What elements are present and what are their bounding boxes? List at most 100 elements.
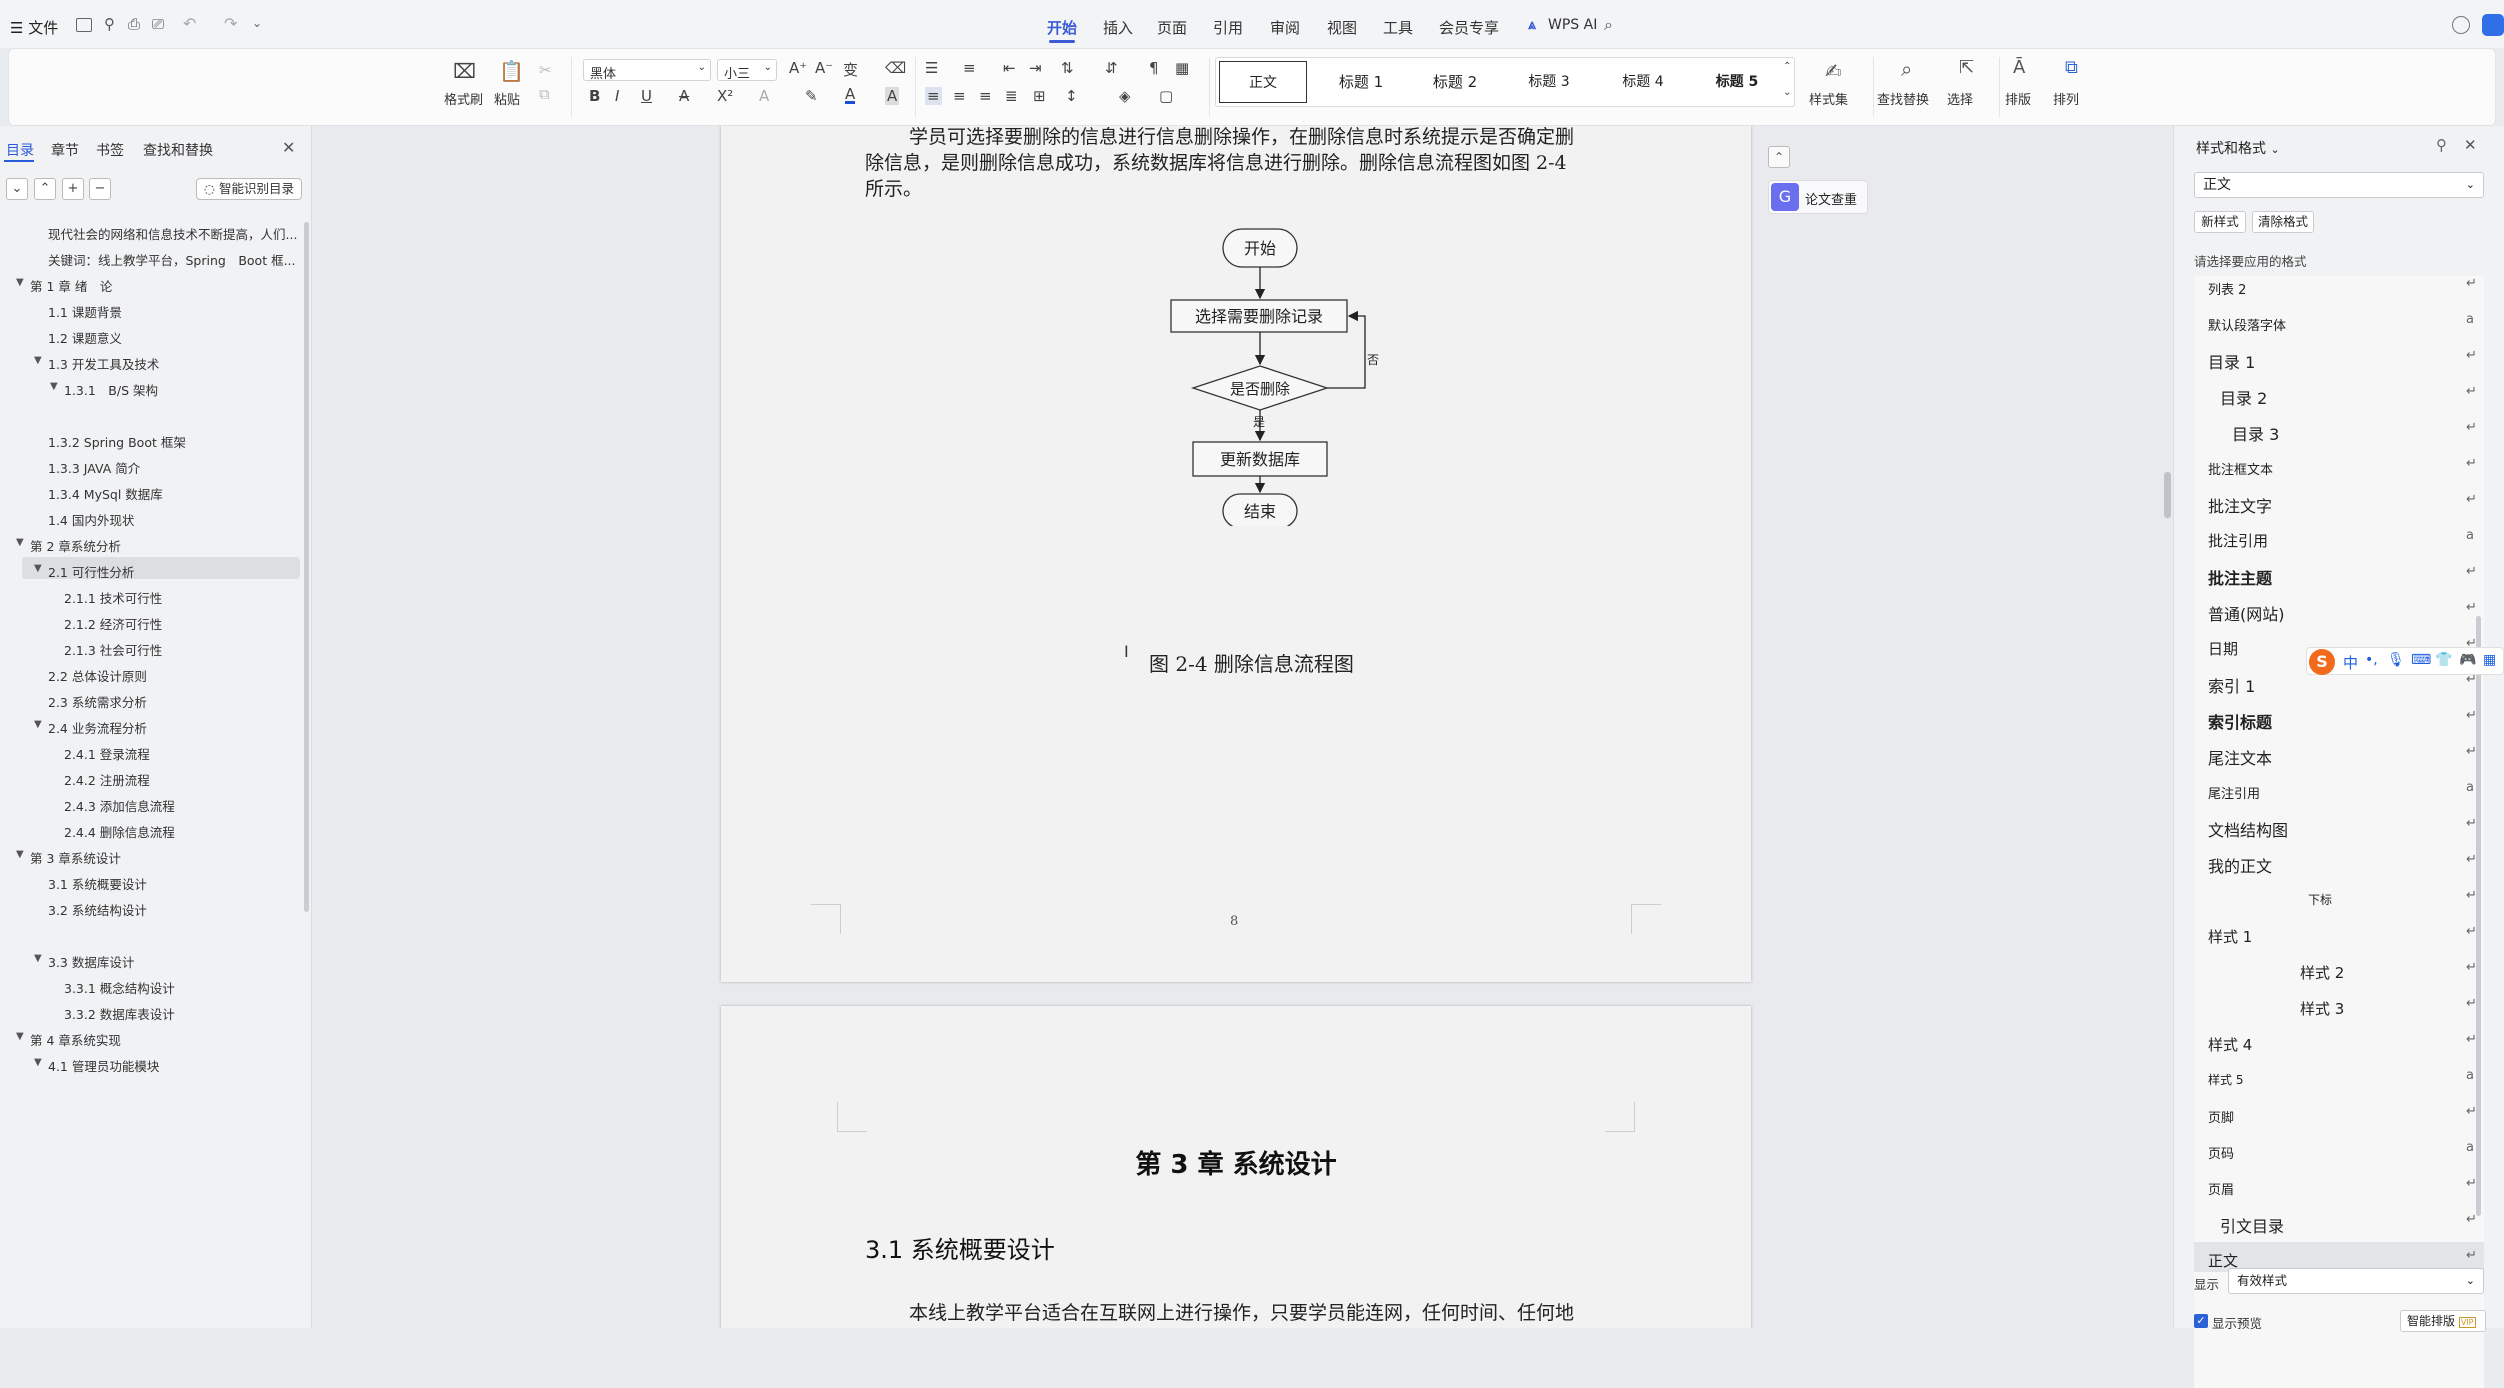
redo-icon[interactable]: ↷	[224, 14, 237, 33]
file-menu[interactable]: ☰ 文件	[10, 17, 58, 38]
toc-item[interactable]: 1.3 开发工具及技术	[48, 354, 159, 373]
toc-item[interactable]: 3.2 系统结构设计	[48, 900, 147, 919]
share-icon[interactable]	[2482, 14, 2504, 36]
toc-expand-caret-icon[interactable]: ▼	[34, 355, 42, 366]
paper-check-button[interactable]: G 论文查重	[1768, 180, 1868, 214]
style-list-item[interactable]: 页眉 ↵	[2194, 1170, 2484, 1200]
gallery-expand-icon[interactable]: ⌄	[1783, 87, 1791, 98]
clear-format-icon[interactable]: ⌫	[885, 59, 906, 77]
style-heading-3[interactable]: 标题 3	[1507, 61, 1591, 103]
table-grid-icon[interactable]: ▦	[1175, 59, 1189, 77]
toc-item[interactable]: 3.3.1 概念结构设计	[64, 978, 175, 997]
toc-item[interactable]: 1.3.4 MySql 数据库	[48, 484, 163, 503]
text-effect-icon[interactable]: A	[759, 87, 769, 105]
line-spacing-icon[interactable]: ↕	[1065, 87, 1078, 105]
style-list-item[interactable]: 尾注文本 ↵	[2194, 738, 2484, 768]
toc-item[interactable]: 1.4 国内外现状	[48, 510, 134, 529]
toc-item[interactable]: 4.1 管理员功能模块	[48, 1056, 159, 1075]
game-icon[interactable]: 🎮	[2459, 652, 2476, 668]
toc-item[interactable]: 1.3.2 Spring Boot 框架	[48, 432, 186, 451]
tab-chapter[interactable]: 章节	[51, 140, 79, 160]
styles-pane-title[interactable]: 样式和格式 ⌄	[2196, 138, 2280, 158]
tab-review[interactable]: 审阅	[1270, 17, 1300, 38]
toc-item[interactable]: 关键词：线上教学平台，Spring Boot 框...	[48, 250, 296, 269]
style-list-scrollbar[interactable]	[2476, 616, 2481, 1216]
sort-icon[interactable]: ⇵	[1105, 59, 1118, 77]
char-shading-icon[interactable]: A	[885, 87, 900, 105]
toc-scrollbar[interactable]	[304, 222, 309, 912]
quick-access-more-icon[interactable]: ⌄	[252, 16, 262, 30]
style-heading-5[interactable]: 标题 5	[1695, 61, 1779, 103]
toolbox-icon[interactable]: ▦	[2483, 652, 2496, 668]
expand-chevron-icon[interactable]: ⌃	[34, 178, 56, 200]
toc-item[interactable]: 1.3.1 B/S 架构	[64, 380, 158, 399]
tab-bookmark[interactable]: 书签	[96, 140, 124, 160]
select-label[interactable]: 选择	[1947, 89, 1973, 108]
superscript-icon[interactable]: X²	[717, 87, 733, 105]
style-list-item[interactable]: 批注框文本 ↵	[2194, 450, 2484, 480]
bullet-list-icon[interactable]: ☰	[925, 59, 938, 77]
toc-item[interactable]: 第 4 章系统实现	[30, 1030, 121, 1049]
increase-indent-icon[interactable]: ⇥	[1029, 59, 1042, 77]
style-list-item[interactable]: 样式 2 ↵	[2194, 954, 2484, 984]
toc-item[interactable]: 2.4.4 删除信息流程	[64, 822, 175, 841]
cut-icon[interactable]: ✂	[539, 61, 552, 79]
copy-icon[interactable]: ⧉	[539, 85, 550, 103]
toc-item[interactable]: 2.4 业务流程分析	[48, 718, 147, 737]
collapse-toolbar-icon[interactable]: ⌃	[1768, 146, 1790, 168]
remove-level-icon[interactable]: −	[89, 178, 111, 200]
toc-item[interactable]: 2.2 总体设计原则	[48, 666, 147, 685]
tab-wps-ai[interactable]: WPS AI	[1548, 17, 1597, 33]
toc-item[interactable]: 3.3.2 数据库表设计	[64, 1004, 175, 1023]
clear-format-button[interactable]: 清除格式	[2252, 211, 2314, 233]
toc-expand-caret-icon[interactable]: ▼	[16, 537, 24, 548]
search-icon[interactable]: ⌕	[1604, 15, 1613, 35]
underline-icon[interactable]: U	[641, 87, 652, 105]
format-painter-label[interactable]: 格式刷	[444, 89, 483, 108]
print-preview-icon[interactable]: ⎚	[152, 15, 164, 33]
layout-icon[interactable]: Ā	[2013, 57, 2025, 78]
toc-item[interactable]: 第 1 章 绪 论	[30, 276, 112, 295]
decrease-indent-icon[interactable]: ⇤	[1003, 59, 1016, 77]
justify-icon[interactable]: ≣	[1005, 87, 1018, 105]
pin-icon[interactable]: ⚲	[2436, 136, 2447, 154]
shading-icon[interactable]: ◈	[1119, 87, 1131, 105]
toc-item[interactable]: 1.3.3 JAVA 简介	[48, 458, 140, 477]
output-icon[interactable]: ⚲	[104, 15, 115, 33]
microphone-icon[interactable]: 🎙	[2387, 652, 2405, 668]
style-list-item[interactable]: 批注文字 ↵	[2194, 486, 2484, 516]
tab-find-replace[interactable]: 查找和替换	[143, 140, 213, 160]
toc-expand-caret-icon[interactable]: ▼	[34, 563, 42, 574]
add-level-icon[interactable]: +	[62, 178, 84, 200]
smart-layout-button[interactable]: 智能排版 VIP	[2400, 1310, 2486, 1332]
tab-reference[interactable]: 引用	[1213, 17, 1243, 38]
toc-expand-caret-icon[interactable]: ▼	[16, 1031, 24, 1042]
style-normal[interactable]: 正文	[1219, 61, 1307, 103]
style-list-item[interactable]: 页码 a	[2194, 1134, 2484, 1164]
style-list-item[interactable]: 样式 4 ↵	[2194, 1026, 2484, 1056]
collapse-chevron-icon[interactable]: ⌄	[6, 178, 28, 200]
toc-item[interactable]: 2.4.3 添加信息流程	[64, 796, 175, 815]
style-list-item[interactable]: 样式 1 ↵	[2194, 918, 2484, 948]
gallery-scroll-up-icon[interactable]: ⌃	[1783, 61, 1791, 72]
arrange-label[interactable]: 排列	[2053, 89, 2079, 108]
print-icon[interactable]: ⎙	[128, 15, 140, 33]
style-list-item[interactable]: 列表 2 ↵	[2194, 276, 2484, 300]
style-list-item[interactable]: 样式 5 a	[2194, 1062, 2484, 1092]
toc-item[interactable]: 2.1 可行性分析	[48, 562, 134, 581]
ime-mode[interactable]: 中	[2343, 652, 2358, 673]
tab-tools[interactable]: 工具	[1383, 17, 1413, 38]
paste-icon[interactable]: 📋	[499, 59, 524, 83]
toc-expand-caret-icon[interactable]: ▼	[34, 1057, 42, 1068]
toc-item[interactable]: 第 3 章系统设计	[30, 848, 121, 867]
style-list-item[interactable]: 尾注引用 a	[2194, 774, 2484, 804]
toc-item[interactable]: 1.2 课题意义	[48, 328, 122, 347]
undo-icon[interactable]: ↶	[183, 14, 196, 33]
style-list-item[interactable]: 批注引用 a	[2194, 522, 2484, 552]
tab-home[interactable]: 开始	[1047, 17, 1077, 38]
smart-toc-button[interactable]: ◌ 智能识别目录	[196, 178, 302, 200]
phonetic-icon[interactable]: 变	[843, 59, 858, 80]
style-list-item[interactable]: 文档结构图 ↵	[2194, 810, 2484, 840]
text-direction-icon[interactable]: ⇅	[1061, 59, 1074, 77]
tab-view[interactable]: 视图	[1327, 17, 1357, 38]
